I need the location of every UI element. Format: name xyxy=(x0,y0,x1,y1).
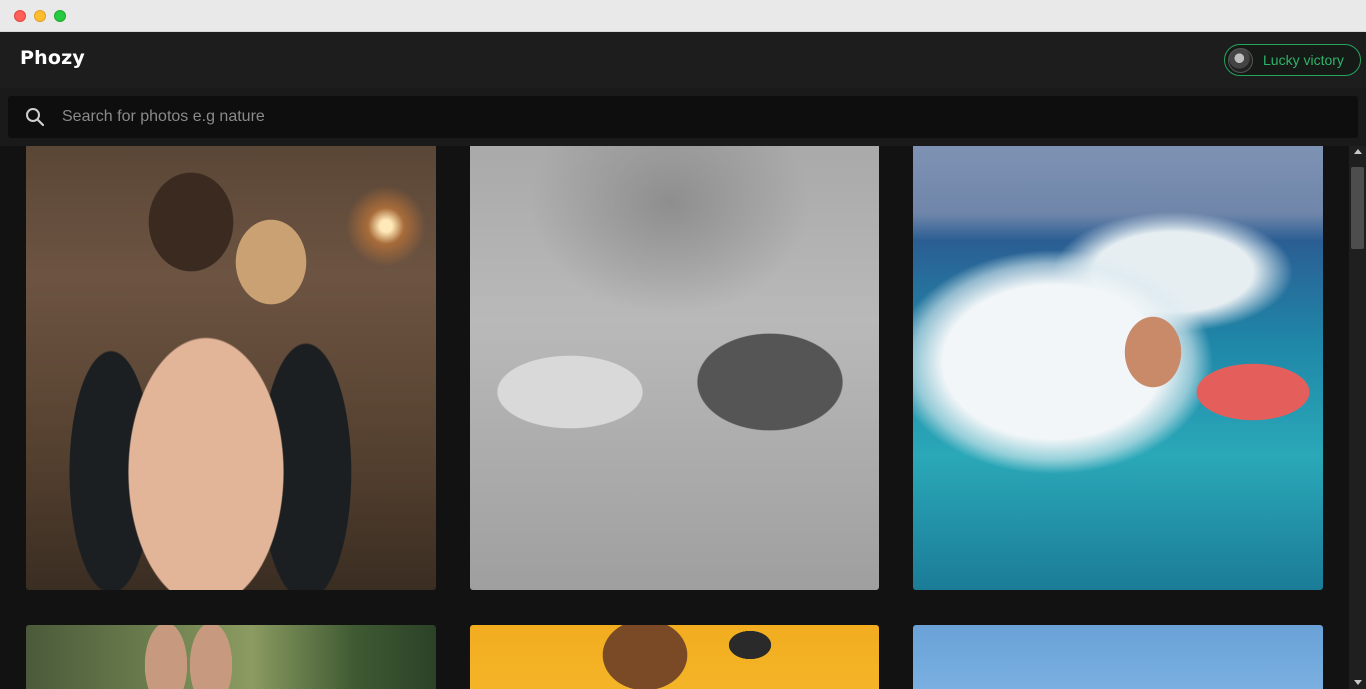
photo-card[interactable] xyxy=(913,146,1323,590)
window-close-button[interactable] xyxy=(14,10,26,22)
user-name: Lucky victory xyxy=(1263,52,1344,68)
avatar xyxy=(1228,47,1253,73)
window-maximize-button[interactable] xyxy=(54,10,66,22)
photo-card[interactable] xyxy=(470,146,879,590)
photo-card[interactable] xyxy=(913,625,1323,689)
scroll-down-arrow-icon[interactable] xyxy=(1354,680,1362,685)
photo-card[interactable] xyxy=(470,625,879,689)
search-box xyxy=(8,96,1358,138)
search-bar xyxy=(0,88,1366,146)
vertical-scrollbar[interactable] xyxy=(1349,146,1366,689)
photo-card[interactable] xyxy=(26,146,436,590)
search-icon xyxy=(26,108,45,127)
user-menu-button[interactable]: Lucky victory xyxy=(1224,44,1361,76)
window-minimize-button[interactable] xyxy=(34,10,46,22)
app-header: Phozy Lucky victory xyxy=(0,32,1366,88)
search-input[interactable] xyxy=(62,97,1358,137)
scroll-up-arrow-icon[interactable] xyxy=(1354,149,1362,154)
brand-logo[interactable]: Phozy xyxy=(20,47,85,69)
scroll-thumb[interactable] xyxy=(1351,167,1364,249)
photo-card[interactable] xyxy=(26,625,436,689)
photo-grid xyxy=(0,146,1349,689)
window-titlebar xyxy=(0,0,1366,32)
